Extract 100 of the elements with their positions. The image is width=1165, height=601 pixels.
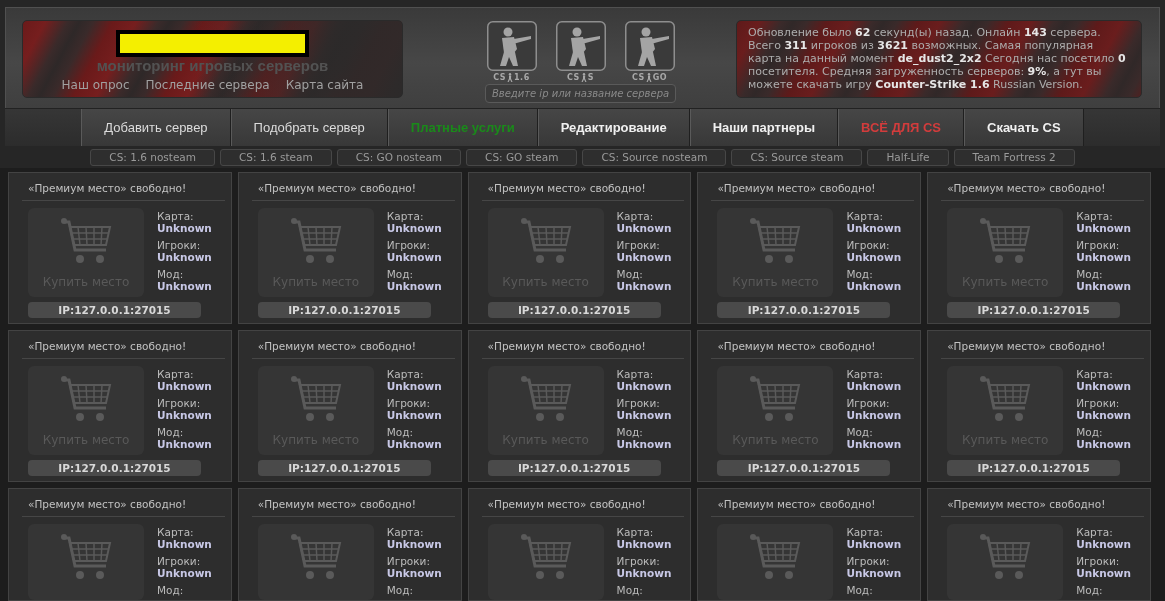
header-link[interactable]: Наш опрос xyxy=(61,77,130,93)
info-value: Unknown xyxy=(157,280,212,292)
info-value: Unknown xyxy=(386,567,442,579)
soldier-icon xyxy=(486,21,537,71)
category-link[interactable]: CS: GO nosteam xyxy=(336,148,462,166)
info-value: Unknown xyxy=(1076,251,1132,263)
nav-link[interactable]: Добавить сервер xyxy=(81,109,231,146)
info-label: Мод: xyxy=(386,268,415,280)
info-value: Unknown xyxy=(846,251,902,263)
ip-address-bar: IP:127.0.0.1:27015 xyxy=(257,460,431,476)
card-title: «Премиум место» свободно! xyxy=(716,339,877,353)
info-value: Unknown xyxy=(157,222,212,234)
info-label: Игроки: xyxy=(1076,555,1121,567)
info-value: Unknown xyxy=(616,567,672,579)
info-label: Мод: xyxy=(157,268,185,280)
info-label: Карта: xyxy=(157,526,195,538)
info-value: Unknown xyxy=(157,567,212,579)
card-title: «Премиум место» свободно! xyxy=(486,497,647,511)
card-title: «Премиум место» свободно! xyxy=(946,181,1107,195)
game-link[interactable]: CS S xyxy=(555,21,606,82)
info-value: Unknown xyxy=(616,380,672,392)
info-label: Мод: xyxy=(616,268,644,280)
soldier-icon xyxy=(624,21,675,71)
info-value: Unknown xyxy=(1076,409,1132,421)
info-label: Мод: xyxy=(157,584,185,596)
info-label: Мод: xyxy=(616,584,644,596)
ip-address-bar: IP:127.0.0.1:27015 xyxy=(717,460,891,476)
ip-address-bar: IP:127.0.0.1:27015 xyxy=(28,302,201,318)
info-value: Unknown xyxy=(386,409,442,421)
info-value: Unknown xyxy=(846,280,902,292)
info-value: Unknown xyxy=(157,438,212,450)
card-title: «Премиум место» свободно! xyxy=(256,497,417,511)
info-label: Карта: xyxy=(386,368,425,380)
card-title: «Премиум место» свободно! xyxy=(716,497,877,511)
category-link[interactable]: CS: 1.6 nosteam xyxy=(90,148,216,166)
game-link[interactable]: CS GO xyxy=(624,21,675,82)
buy-place-button[interactable] xyxy=(717,524,834,600)
info-label: Мод: xyxy=(1076,268,1104,280)
info-value: Unknown xyxy=(846,380,902,392)
info-label: Игроки: xyxy=(846,555,891,567)
info-label: Игроки: xyxy=(846,397,891,409)
info-value: Unknown xyxy=(846,567,902,579)
info-value: Unknown xyxy=(616,538,672,550)
soldier-mini-icon xyxy=(580,73,587,82)
card-title: «Премиум место» свободно! xyxy=(946,339,1107,353)
header-link[interactable]: Последние сервера xyxy=(145,77,270,93)
info-label: Карта: xyxy=(846,526,885,538)
info-value: Unknown xyxy=(616,222,672,234)
buy-place-button[interactable] xyxy=(257,524,374,600)
info-label: Игроки: xyxy=(846,239,891,251)
card-title: «Премиум место» свободно! xyxy=(716,181,877,195)
info-label: Мод: xyxy=(846,268,874,280)
info-label: Игроки: xyxy=(157,239,202,251)
info-value: Unknown xyxy=(1076,380,1132,392)
info-label: Карта: xyxy=(616,210,655,222)
soldier-mini-icon xyxy=(645,73,652,82)
card-title: «Премиум место» свободно! xyxy=(946,497,1107,511)
buy-place-button[interactable] xyxy=(947,524,1064,600)
soldier-icon xyxy=(555,21,606,71)
info-label: Мод: xyxy=(157,426,185,438)
info-value: Unknown xyxy=(386,222,442,234)
nav-link[interactable]: Подобрать сервер xyxy=(230,109,388,146)
info-value: Unknown xyxy=(157,538,212,550)
info-value: Unknown xyxy=(157,251,212,263)
category-link[interactable]: CS: Source nosteam xyxy=(582,148,727,166)
info-label: Карта: xyxy=(1076,368,1114,380)
ip-address-bar: IP:127.0.0.1:27015 xyxy=(257,302,431,318)
search-field[interactable]: Введите ip или название сервера xyxy=(485,84,676,103)
category-link[interactable]: CS: GO steam xyxy=(466,148,578,166)
header-link[interactable]: Карта сайта xyxy=(285,77,364,93)
buy-place-button[interactable] xyxy=(28,524,144,600)
buy-place-button[interactable] xyxy=(487,524,604,600)
info-label: Игроки: xyxy=(616,239,661,251)
info-label: Мод: xyxy=(386,426,415,438)
card-title: «Премиум место» свободно! xyxy=(486,339,647,353)
nav-link[interactable]: Редактирование xyxy=(537,109,690,146)
category-link[interactable]: Half-Life xyxy=(867,148,949,166)
info-label: Игроки: xyxy=(386,555,431,567)
game-link[interactable]: CS 1.6 xyxy=(486,21,537,82)
info-value: Unknown xyxy=(846,409,902,421)
info-label: Карта: xyxy=(157,210,195,222)
info-value: Unknown xyxy=(157,409,212,421)
info-value: Unknown xyxy=(616,280,672,292)
info-value: Unknown xyxy=(386,280,442,292)
info-value: Unknown xyxy=(386,380,442,392)
info-value: Unknown xyxy=(1076,222,1132,234)
ip-address-bar: IP:127.0.0.1:27015 xyxy=(487,460,661,476)
category-link[interactable]: Team Fortress 2 xyxy=(953,148,1075,166)
nav-link[interactable]: Наши партнеры xyxy=(689,109,839,146)
category-link[interactable]: CS: Source steam xyxy=(731,148,863,166)
info-label: Карта: xyxy=(616,368,655,380)
ip-address-bar: IP:127.0.0.1:27015 xyxy=(487,302,661,318)
ip-address-bar: IP:127.0.0.1:27015 xyxy=(717,302,891,318)
category-link[interactable]: CS: 1.6 steam xyxy=(220,148,332,166)
info-label: Игроки: xyxy=(386,397,431,409)
nav-link[interactable]: Скачать CS xyxy=(964,109,1084,146)
info-label: Карта: xyxy=(157,368,195,380)
soldier-mini-icon xyxy=(507,73,514,82)
info-label: Игроки: xyxy=(1076,239,1121,251)
card-title: «Премиум место» свободно! xyxy=(256,339,417,353)
